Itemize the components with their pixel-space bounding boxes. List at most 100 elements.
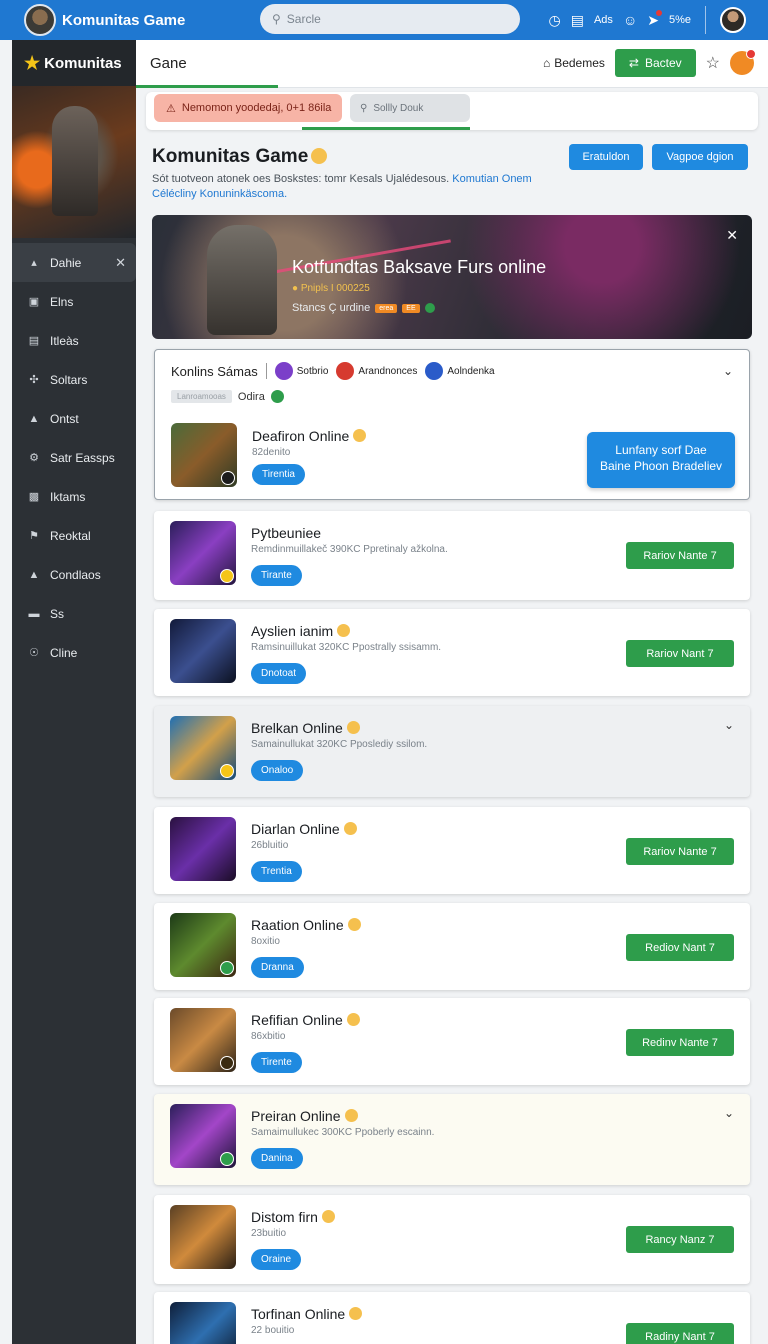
vagpoe-button[interactable]: Vagpoe dgion (652, 144, 748, 170)
game-description: 22 bouitio (251, 1325, 295, 1336)
sub-search[interactable]: ⚲ Sollly Douk (350, 94, 470, 122)
game-card[interactable]: Diarlan Online 26bluitio Trentia Rariov Nan… (154, 807, 750, 894)
game-tag[interactable]: Oraine (251, 1249, 302, 1270)
chevron-down-icon[interactable]: ⌄ (723, 364, 733, 378)
sidebar-item-4[interactable]: ▲ Ontst (12, 399, 136, 438)
game-tag[interactable]: Tirante (251, 565, 302, 586)
play-button[interactable]: Rediov Nant 7 (626, 934, 734, 961)
notification-icon[interactable]: ➤ (647, 9, 662, 29)
filter-chip-arandnonces[interactable]: Arandnonces (336, 362, 417, 380)
banner-status: Stancs Ç urdine erea EE (292, 302, 435, 314)
game-meta: 82denito (252, 447, 291, 458)
play-button[interactable]: Rariov Nant 7 (626, 640, 734, 667)
featured-cta-button[interactable]: Lunfany sorf Dae Baine Phoon Bradeliev (587, 432, 735, 488)
eratuldon-button[interactable]: Eratuldon (569, 144, 643, 170)
play-button[interactable]: Rancy Nanz 7 (626, 1226, 734, 1253)
game-card[interactable]: Torfinan Online 22 bouitio Radiny Nant 7 (154, 1292, 750, 1344)
game-tag[interactable]: Dranna (251, 957, 304, 978)
puzzle-icon: ✣ (29, 374, 39, 386)
sidebar-item-0[interactable]: ▴ Dahie ✕ (12, 243, 136, 282)
sidebar-item-2[interactable]: ▤ Itleàs (12, 321, 136, 360)
grid-icon: ▣ (28, 296, 40, 308)
profile-badge[interactable] (730, 49, 756, 75)
emoji-icon (346, 721, 360, 734)
filter-chip-label: Sotbrio (296, 365, 329, 377)
search-input[interactable] (286, 12, 487, 26)
game-tag[interactable]: Tirentia (252, 464, 305, 485)
app-title: Komunitas Game (62, 11, 186, 29)
close-icon[interactable]: ✕ (726, 227, 738, 244)
calendar-icon[interactable]: ▤ (571, 12, 584, 29)
user-icon: ▲ (28, 568, 40, 581)
sidebar-item-10[interactable]: ☉ Cline (12, 633, 136, 672)
sidebar-item-5[interactable]: ⚙ Satr Eassps (12, 438, 136, 477)
sidebar-item-label: Elns (50, 294, 74, 309)
banner-tag: EE (402, 303, 420, 313)
game-name-text: Diarlan Online (251, 821, 340, 837)
filter-chip-aolndenka[interactable]: Aolndenka (425, 362, 495, 380)
mini-badge (220, 1056, 234, 1070)
bedemes-button[interactable]: ⌂ Bedemes (543, 56, 605, 70)
banner-status-text: Stancs Ç urdine (292, 302, 371, 314)
star-icon: ★ (24, 52, 41, 73)
alert-text: Nemomon yoodedaj, 0+1 86ila (181, 102, 332, 114)
sidebar-item-9[interactable]: ▬ Ss (12, 594, 136, 633)
game-tag[interactable]: Trentia (251, 861, 302, 882)
game-thumbnail (170, 716, 236, 780)
featured-game-card[interactable]: Konlins Sámas Sotbrio Arandnonces Aolnde… (154, 349, 750, 500)
home-icon: ⌂ (542, 56, 551, 70)
favorite-icon[interactable]: ☆ (706, 53, 720, 73)
game-name: Pytbeuniee (251, 525, 321, 541)
game-description: 86xbitio (251, 1031, 286, 1042)
page-title: Komunitas Game (152, 146, 328, 168)
game-card[interactable]: Distom firn 23buitio Oraine Rancy Nanz 7 (154, 1195, 750, 1284)
sidebar-item-label: Dahie (50, 255, 82, 270)
play-button[interactable]: Radiny Nant 7 (626, 1323, 734, 1344)
game-tag[interactable]: Dnotoat (251, 663, 307, 684)
game-card[interactable]: Refifian Online 86xbitio Tirente Redinv Nan… (154, 998, 750, 1085)
sidebar-nav: ▴ Dahie ✕ ▣ Elns ▤ Itleàs ✣ Soltars ▲ Ontst ⚙ Satr E… (12, 238, 136, 672)
game-card[interactable]: Brelkan Online Samainullukat 320KC Pposle… (154, 706, 750, 797)
sidebar-item-3[interactable]: ✣ Soltars (12, 360, 136, 399)
clock-icon[interactable]: ◷ (549, 12, 561, 29)
game-name-text: Deafiron Online (252, 428, 350, 444)
chevron-down-icon[interactable]: ⌄ (724, 718, 734, 732)
chevron-down-icon[interactable]: ⌄ (724, 1106, 734, 1120)
game-tag[interactable]: Tirente (251, 1052, 302, 1073)
sidebar-brand[interactable]: ★ Komunitas (12, 40, 136, 86)
game-card[interactable]: Raation Online 8oxitio Dranna Rediov Nant 7 (154, 903, 750, 990)
ads-link[interactable]: Ads (594, 14, 613, 26)
status-text: 5%e (668, 14, 691, 26)
game-card[interactable]: Preiran Online Samaimullukec 300KC Ppober… (154, 1094, 750, 1185)
top-search[interactable]: ⚲ (260, 4, 520, 34)
game-tag[interactable]: Danina (251, 1148, 303, 1169)
search-icon: ⚲ (360, 102, 368, 114)
emoji-icon (344, 1109, 358, 1122)
mini-badge (220, 1152, 234, 1166)
bedemes-label: Bedemes (554, 56, 605, 70)
featured-banner[interactable]: Kotfundtas Baksave Furs online ● Pnipls … (152, 215, 752, 339)
game-name-text: Raation Online (251, 917, 344, 933)
app-avatar[interactable] (24, 4, 56, 36)
sidebar-item-1[interactable]: ▣ Elns (12, 282, 136, 321)
game-thumbnail (170, 817, 236, 881)
filter-chip-sotbrio[interactable]: Sotbrio (274, 362, 329, 380)
game-tag[interactable]: Onaloo (251, 760, 304, 781)
close-icon[interactable]: ✕ (115, 255, 126, 271)
user-avatar[interactable] (720, 7, 746, 33)
play-button[interactable]: Redinv Nante 7 (626, 1029, 734, 1056)
sidebar-item-label: Ontst (50, 411, 79, 426)
header-green-button[interactable]: ⇄ Bactev (614, 49, 696, 77)
filter-chip-label: Aolndenka (447, 365, 495, 377)
sidebar-item-8[interactable]: ▲ Condlaos (12, 555, 136, 594)
game-card[interactable]: Pytbeuniee Remdinmuillakeč 390KC Ppretina… (154, 511, 750, 600)
page-description: Sót tuotveon atonek oes Boskstes: tomr K… (152, 172, 532, 202)
game-card[interactable]: Ayslien ianim Ramsinuillukat 320KC Ppostr… (154, 609, 750, 696)
emoji-icon[interactable]: ☺ (623, 12, 637, 28)
link-icon: ⇄ (628, 56, 639, 70)
play-button[interactable]: Rariov Nante 7 (626, 542, 734, 569)
alert-pill[interactable]: ⚠ Nemomon yoodedaj, 0+1 86ila (154, 94, 342, 122)
sidebar-item-7[interactable]: ⚑ Reoktal (12, 516, 136, 555)
play-button[interactable]: Rariov Nante 7 (626, 838, 734, 865)
sidebar-item-6[interactable]: ▩ Iktams (12, 477, 136, 516)
